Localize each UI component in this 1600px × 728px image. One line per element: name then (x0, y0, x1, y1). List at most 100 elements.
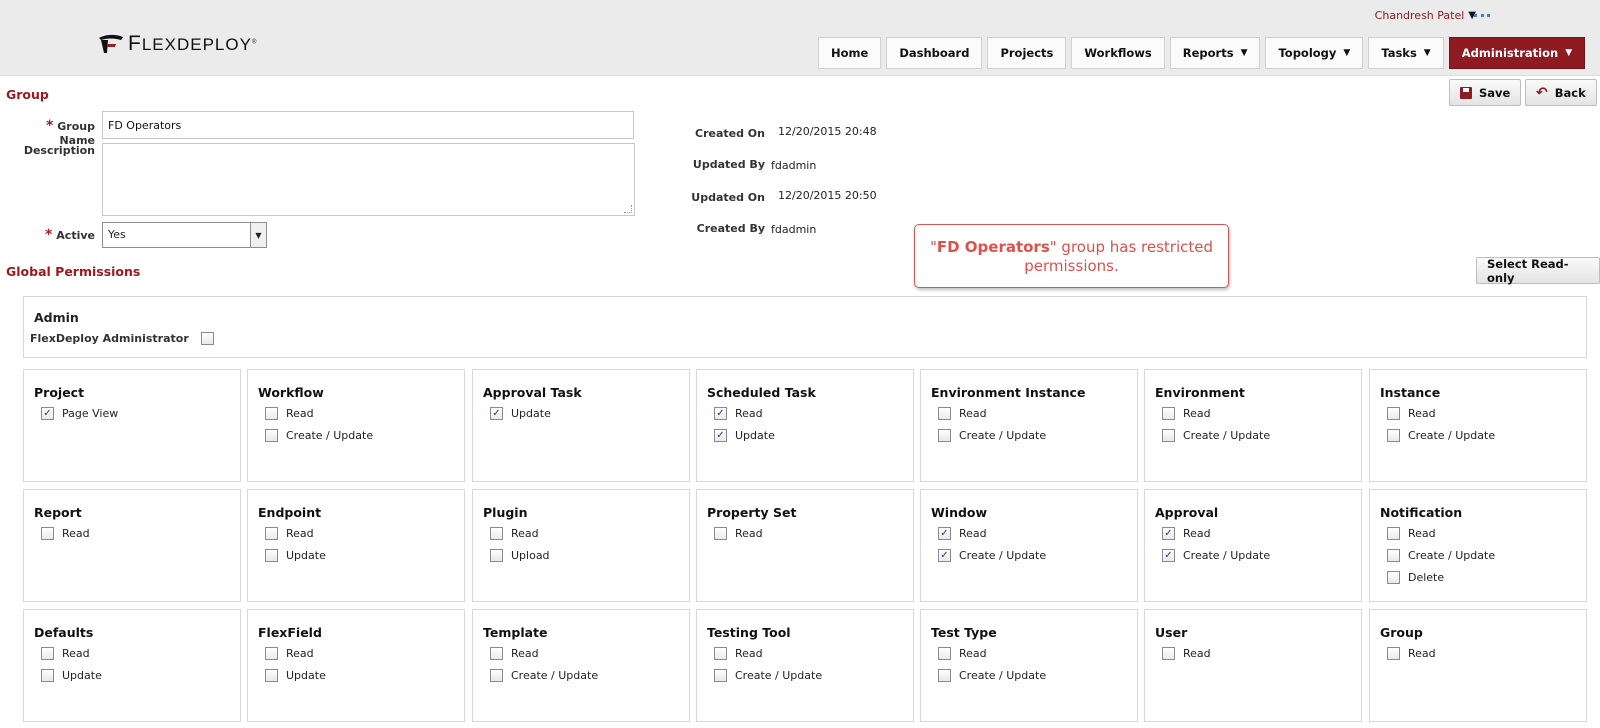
description-label: Description (23, 144, 95, 157)
template-read-checkbox[interactable] (490, 647, 503, 660)
nav-topology[interactable]: Topology ▼ (1265, 37, 1364, 69)
test-type-create-update-checkbox[interactable] (938, 669, 951, 682)
property-set-read-checkbox[interactable] (714, 527, 727, 540)
nav-dashboard[interactable]: Dashboard (886, 37, 983, 69)
permission-box-test-type: Test Type Read Create / Update (920, 609, 1138, 722)
testing-tool-read-checkbox[interactable] (714, 647, 727, 660)
group-section-title: Group (6, 87, 49, 102)
flexfield-update-checkbox[interactable] (265, 669, 278, 682)
environment-instance-create-update-checkbox[interactable] (938, 429, 951, 442)
notification-delete-checkbox[interactable] (1387, 571, 1400, 584)
permission-item-label: Read (1183, 647, 1211, 660)
template-create-update-checkbox[interactable] (490, 669, 503, 682)
select-read-only-button[interactable]: Select Read-only (1476, 257, 1600, 285)
permission-item-label: Read (959, 647, 987, 660)
active-select[interactable]: Yes ▼ (102, 222, 267, 248)
permission-item: Delete (1387, 571, 1444, 584)
permission-title: Approval Task (483, 385, 582, 400)
back-button[interactable]: ↶ Back (1525, 79, 1597, 106)
report-read-checkbox[interactable] (41, 527, 54, 540)
permission-item-label: Read (1408, 647, 1436, 660)
updated-on-label: Updated On (691, 191, 765, 204)
permission-box-property-set: Property Set Read (696, 489, 914, 602)
group-read-checkbox[interactable] (1387, 647, 1400, 660)
flexdeploy-logo[interactable]: FLEXDEPLOY® (98, 32, 257, 56)
chevron-down-icon[interactable]: ▼ (250, 223, 266, 247)
environment-create-update-checkbox[interactable] (1162, 429, 1175, 442)
nav-administration[interactable]: Administration ▼ (1448, 37, 1586, 69)
plugin-read-checkbox[interactable] (490, 527, 503, 540)
group-name-field[interactable]: FD Operators (102, 111, 634, 139)
required-indicator: * (44, 227, 53, 243)
notification-create-update-checkbox[interactable] (1387, 549, 1400, 562)
flexfield-read-checkbox[interactable] (265, 647, 278, 660)
scheduled-task-read-checkbox[interactable]: ✓ (714, 407, 727, 420)
permission-item: Create / Update (1162, 429, 1270, 442)
permission-item-label: Upload (511, 549, 550, 562)
permission-item-label: Read (286, 647, 314, 660)
notification-read-checkbox[interactable] (1387, 527, 1400, 540)
save-button[interactable]: Save (1449, 79, 1522, 106)
nav-tasks[interactable]: Tasks ▼ (1368, 37, 1444, 69)
environment-instance-read-checkbox[interactable] (938, 407, 951, 420)
permission-box-approval: Approval ✓ Read ✓ Create / Update (1144, 489, 1362, 602)
defaults-read-checkbox[interactable] (41, 647, 54, 660)
window-read-checkbox[interactable]: ✓ (938, 527, 951, 540)
workflow-create-update-checkbox[interactable] (265, 429, 278, 442)
permission-box-plugin: Plugin Read Upload (472, 489, 690, 602)
scheduled-task-update-checkbox[interactable]: ✓ (714, 429, 727, 442)
window-create-update-checkbox[interactable]: ✓ (938, 549, 951, 562)
plugin-upload-checkbox[interactable] (490, 549, 503, 562)
permission-item: Read (1387, 527, 1436, 540)
permission-item-label: Create / Update (1183, 429, 1271, 442)
user-name[interactable]: Chandresh Patel (1375, 9, 1465, 22)
permission-title: Test Type (931, 625, 997, 640)
testing-tool-create-update-checkbox[interactable] (714, 669, 727, 682)
permission-item: ✓ Page View (41, 407, 118, 420)
back-arrow-icon: ↶ (1536, 84, 1548, 101)
user-read-checkbox[interactable] (1162, 647, 1175, 660)
permission-item: Update (41, 669, 102, 682)
environment-read-checkbox[interactable] (1162, 407, 1175, 420)
permission-title: Workflow (258, 385, 324, 400)
permission-item: ✓ Read (1162, 527, 1211, 540)
back-button-label: Back (1554, 85, 1586, 100)
permission-item: ✓ Create / Update (938, 549, 1046, 562)
required-indicator: * (45, 118, 54, 134)
nav-reports[interactable]: Reports ▼ (1169, 37, 1261, 69)
permission-item: Read (714, 647, 763, 660)
updated-by-value: fdadmin (771, 159, 817, 172)
defaults-update-checkbox[interactable] (41, 669, 54, 682)
flexdeploy-logo-icon (99, 34, 123, 53)
flexdeploy-administrator-checkbox[interactable] (200, 332, 214, 345)
endpoint-update-checkbox[interactable] (265, 549, 278, 562)
approval-read-checkbox[interactable]: ✓ (1162, 527, 1175, 540)
workflow-read-checkbox[interactable] (265, 407, 278, 420)
user-menu[interactable]: Chandresh Patel ▼ (1375, 9, 1476, 22)
created-by-label: Created By (696, 222, 765, 235)
permission-item-label: Read (1183, 407, 1211, 420)
permission-item: Read (1387, 407, 1436, 420)
permission-box-endpoint: Endpoint Read Update (247, 489, 465, 602)
approval-create-update-checkbox[interactable]: ✓ (1162, 549, 1175, 562)
permission-box-flexfield: FlexField Read Update (247, 609, 465, 722)
instance-create-update-checkbox[interactable] (1387, 429, 1400, 442)
nav-label: Administration (1461, 46, 1559, 60)
test-type-read-checkbox[interactable] (938, 647, 951, 660)
approval-task-update-checkbox[interactable]: ✓ (490, 407, 503, 420)
resize-grip-icon[interactable] (624, 205, 632, 213)
project-page-view-checkbox[interactable]: ✓ (41, 407, 54, 420)
nav-label: Tasks (1381, 46, 1417, 60)
permission-title: Template (483, 625, 548, 640)
top-header: FLEXDEPLOY® Chandresh Patel ▼ Home Dashbo… (0, 0, 1600, 76)
permission-title: Property Set (707, 505, 797, 520)
nav-home[interactable]: Home (818, 37, 882, 69)
created-on-label: Created On (695, 127, 765, 140)
description-field[interactable] (102, 143, 635, 216)
more-options-icon[interactable] (1474, 14, 1490, 17)
endpoint-read-checkbox[interactable] (265, 527, 278, 540)
nav-workflows[interactable]: Workflows (1071, 37, 1165, 69)
instance-read-checkbox[interactable] (1387, 407, 1400, 420)
nav-projects[interactable]: Projects (987, 37, 1067, 69)
permission-item: Read (714, 527, 763, 540)
